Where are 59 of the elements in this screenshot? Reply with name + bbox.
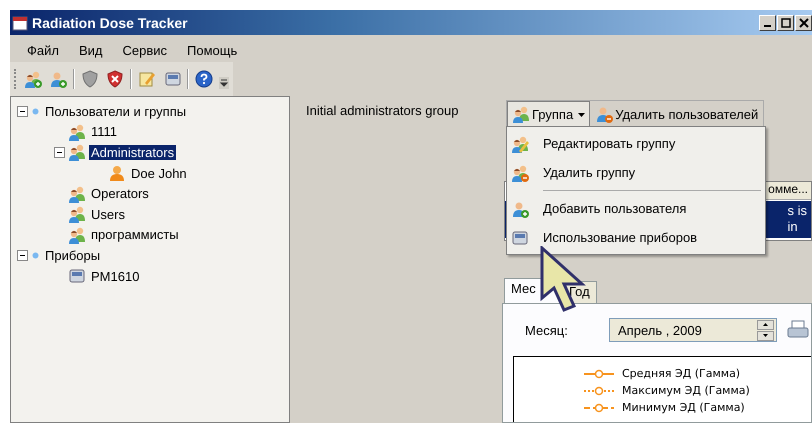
dot-icon (31, 106, 40, 116)
month-spinner[interactable]: Апрель , 2009 (609, 318, 777, 342)
tree-item[interactable]: Приборы (43, 248, 102, 263)
collapse-toggle[interactable] (17, 250, 28, 261)
legend-line-icon (584, 369, 614, 378)
remove-user-icon (595, 105, 614, 123)
caret-icon (578, 112, 586, 116)
device-icon (511, 228, 529, 246)
tree-item[interactable]: Operators (89, 186, 151, 202)
menu-item[interactable]: Добавить пользователя (507, 194, 765, 223)
legend-line-icon (584, 403, 614, 412)
legend-label: Максимум ЭД (Гамма) (622, 384, 750, 397)
minimize-button[interactable] (759, 14, 776, 30)
legend-label: Минимум ЭД (Гамма) (622, 401, 745, 414)
column-header: омме... (765, 182, 811, 200)
calendar-icon (12, 14, 28, 30)
collapse-toggle[interactable] (17, 106, 28, 117)
close-icon (798, 16, 810, 28)
tree-item[interactable]: PM1610 (89, 268, 142, 284)
menu-item[interactable]: Помощь (180, 41, 244, 60)
spin-up-icon (763, 323, 768, 326)
menu-item[interactable]: Редактировать группу (507, 129, 765, 158)
tree-item[interactable]: Пользователи и группы (43, 104, 188, 119)
group-description: Initial administrators group (306, 103, 458, 118)
user-group-icon (68, 122, 86, 141)
tree-item[interactable]: Users (89, 206, 127, 222)
collapse-toggle[interactable] (54, 146, 65, 158)
maximize-icon (780, 16, 792, 28)
user-group-icon (68, 143, 86, 162)
close-button[interactable] (795, 14, 812, 30)
remove-group-icon (511, 164, 529, 182)
window-title: Radiation Dose Tracker (32, 14, 189, 30)
add-user-icon (511, 200, 529, 218)
group-dropdown-button[interactable]: Группа (507, 101, 590, 127)
user-group-icon (68, 205, 86, 224)
tree-item[interactable]: Administrators (89, 144, 176, 160)
maximize-button[interactable] (777, 14, 794, 30)
mouse-pointer-icon (538, 246, 588, 312)
menu-item[interactable]: Файл (20, 41, 66, 60)
user-group-icon (68, 184, 86, 203)
menu-item[interactable]: Сервис (116, 41, 174, 60)
spin-down-icon (763, 334, 768, 337)
menu-item[interactable]: Вид (72, 41, 110, 60)
menu-item[interactable]: Удалить группу (507, 158, 765, 187)
edit-group-icon (511, 134, 529, 152)
tree-item[interactable]: программисты (89, 227, 181, 242)
user-icon (108, 164, 126, 182)
minimize-icon (764, 24, 771, 26)
tree-item[interactable]: 1111 (89, 124, 120, 140)
help-icon[interactable] (193, 68, 215, 90)
dot-icon (31, 250, 40, 260)
menu-item[interactable]: Использование приборов (507, 223, 765, 252)
user-group-icon (68, 226, 86, 244)
legend-line-icon (584, 386, 614, 395)
legend-label: Средняя ЭД (Гамма) (622, 367, 740, 380)
tree-item[interactable]: Doe John (129, 166, 189, 181)
month-label: Месяц: (525, 322, 569, 338)
device-icon (68, 267, 86, 286)
user-group-icon (512, 105, 530, 123)
